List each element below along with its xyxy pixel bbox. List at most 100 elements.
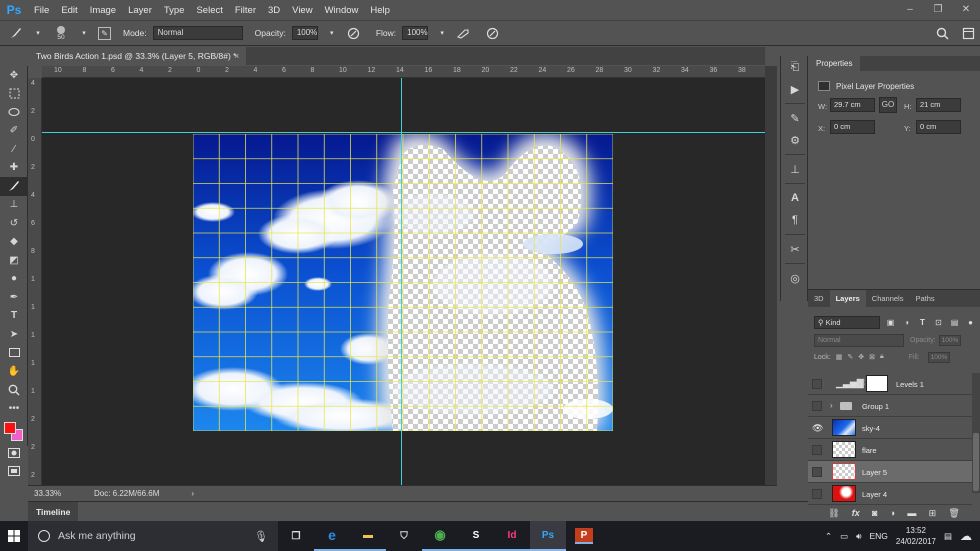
canvas-vertical-scrollbar[interactable] <box>765 66 777 485</box>
history-panel-icon[interactable]: ⎗ <box>781 56 809 78</box>
tool-presets-icon[interactable]: ✂ <box>781 238 809 260</box>
brush-tool-icon[interactable] <box>0 177 28 196</box>
smart-object-filter-icon[interactable]: ▤ <box>949 317 960 328</box>
more-tools-icon[interactable]: ••• <box>0 399 28 418</box>
task-view-icon[interactable]: ❐ <box>278 521 314 551</box>
start-button[interactable] <box>0 521 28 551</box>
menu-type[interactable]: Type <box>158 5 191 16</box>
lock-pixels-icon[interactable]: ✎ <box>847 353 853 361</box>
visibility-toggle[interactable] <box>812 379 822 389</box>
paragraph-panel-icon[interactable]: ¶ <box>781 209 809 231</box>
tray-expand-icon[interactable]: ⌃ <box>825 531 832 542</box>
filter-kind-select[interactable]: ⚲ Kind <box>814 315 880 329</box>
eye-icon[interactable]: 👁︎ <box>812 423 823 433</box>
move-tool-icon[interactable]: ✥ <box>0 66 28 85</box>
volume-icon[interactable]: 🔊︎ <box>856 531 861 542</box>
status-menu-arrow-icon[interactable]: › <box>191 489 194 498</box>
marquee-tool-icon[interactable] <box>0 85 28 104</box>
layer-row-layer-5[interactable]: Layer 5 <box>808 461 972 483</box>
hand-tool-icon[interactable]: ✋ <box>0 362 28 381</box>
y-field[interactable]: 0 cm <box>916 120 961 134</box>
actions-play-icon[interactable]: ▶ <box>781 78 809 100</box>
zoom-tool-icon[interactable] <box>0 381 28 400</box>
brush-tool-icon[interactable] <box>8 25 24 41</box>
edge-icon[interactable]: e <box>314 521 350 551</box>
visibility-toggle[interactable] <box>812 401 822 411</box>
history-brush-tool-icon[interactable]: ↺ <box>0 214 28 233</box>
layer-row-group-1[interactable]: › Group 1 <box>808 395 972 417</box>
brush-settings-icon[interactable]: ⚙ <box>781 129 809 151</box>
rectangle-tool-icon[interactable] <box>0 344 28 363</box>
pen-tool-icon[interactable]: ✒ <box>0 288 28 307</box>
menu-view[interactable]: View <box>286 5 318 16</box>
mode-select[interactable]: Normal <box>152 26 243 40</box>
screen-mode-icon[interactable] <box>0 462 28 481</box>
brush-presets-icon[interactable]: ✎ <box>781 107 809 129</box>
guide-horizontal[interactable] <box>42 132 765 133</box>
gradient-tool-icon[interactable]: ◩ <box>0 251 28 270</box>
skype-icon[interactable]: S <box>458 521 494 551</box>
maximize-button[interactable]: ❐ <box>924 0 952 20</box>
clone-stamp-tool-icon[interactable]: ⊥ <box>0 196 28 215</box>
menu-edit[interactable]: Edit <box>55 5 83 16</box>
horizontal-ruler[interactable]: 10 8 6 4 2 0 2 4 6 8 10 12 14 16 18 20 22 24 26 28 30 32 34 36 3… <box>42 66 765 78</box>
blend-mode-select[interactable]: Normal <box>814 333 904 347</box>
menu-filter[interactable]: Filter <box>229 5 262 16</box>
dodge-tool-icon[interactable]: ● <box>0 270 28 289</box>
spot-healing-tool-icon[interactable]: ✚ <box>0 159 28 178</box>
visibility-toggle[interactable] <box>812 467 822 477</box>
fx-icon[interactable]: fx <box>852 508 860 518</box>
libraries-icon[interactable]: ◎ <box>781 267 809 289</box>
trash-icon[interactable]: 🗑︎ <box>948 508 959 519</box>
menu-image[interactable]: Image <box>84 5 122 16</box>
eraser-tool-icon[interactable]: ◆ <box>0 233 28 252</box>
new-group-icon[interactable]: ▬ <box>907 508 916 518</box>
menu-3d[interactable]: 3D <box>262 5 286 16</box>
file-explorer-icon[interactable]: ▬ <box>350 521 386 551</box>
search-icon[interactable] <box>934 25 950 41</box>
photoshop-taskbar-icon[interactable]: Ps <box>530 521 566 551</box>
pressure-opacity-icon[interactable] <box>346 25 362 41</box>
menu-layer[interactable]: Layer <box>122 5 158 16</box>
link-icon[interactable]: GO <box>879 97 897 113</box>
zoom-level[interactable]: 33.33% <box>28 489 64 498</box>
filter-toggle-icon[interactable]: ● <box>965 317 976 328</box>
guide-vertical[interactable] <box>401 78 402 485</box>
expand-arrow-icon[interactable]: › <box>830 401 833 410</box>
lock-all-icon[interactable]: 🔒︎ <box>880 353 884 361</box>
store-icon[interactable]: ⛉ <box>386 521 422 551</box>
menu-file[interactable]: File <box>28 5 55 16</box>
microphone-icon[interactable]: 🎙︎ <box>254 530 268 543</box>
new-layer-icon[interactable]: ⊞ <box>929 508 937 519</box>
menu-help[interactable]: Help <box>364 5 396 16</box>
width-field[interactable]: 29.7 cm <box>830 98 875 112</box>
tab-timeline[interactable]: Timeline <box>28 502 79 522</box>
foreground-color-swatch[interactable] <box>4 421 16 434</box>
adjustment-layer-icon[interactable]: ◑ <box>890 508 895 518</box>
x-field[interactable]: 0 cm <box>830 120 875 134</box>
add-mask-icon[interactable]: ◙ <box>872 508 877 518</box>
character-panel-icon[interactable]: A <box>781 187 809 209</box>
document-canvas[interactable] <box>193 134 613 431</box>
canvas-workspace[interactable] <box>42 78 765 485</box>
visibility-toggle[interactable] <box>812 445 822 455</box>
lock-transparent-icon[interactable]: ▦ <box>836 353 843 361</box>
layer-row-levels-1[interactable]: ▁▃▅▇ ⛓ Levels 1 <box>808 373 972 395</box>
chevron-down-icon[interactable]: ▾ <box>434 25 450 41</box>
menu-window[interactable]: Window <box>319 5 365 16</box>
tab-3d[interactable]: 3D <box>808 290 830 307</box>
chevron-down-icon[interactable]: ▾ <box>30 25 46 41</box>
close-tab-icon[interactable]: × <box>234 47 239 65</box>
layer-row-layer-4[interactable]: Layer 4 <box>808 483 972 505</box>
document-tab[interactable]: Two Birds Action 1.psd @ 33.3% (Layer 5,… <box>28 47 246 65</box>
notifications-icon[interactable]: ▤ <box>944 531 952 542</box>
flow-field[interactable]: 100% <box>402 26 429 40</box>
cortana-search[interactable]: Ask me anything 🎙︎ <box>28 521 278 551</box>
layer-row-flare[interactable]: flare <box>808 439 972 461</box>
pixel-filter-icon[interactable]: ▣ <box>885 317 896 328</box>
tab-layers[interactable]: Layers <box>829 290 866 307</box>
visibility-toggle[interactable] <box>812 489 822 499</box>
lasso-tool-icon[interactable] <box>0 103 28 122</box>
minimize-button[interactable]: – <box>896 0 924 20</box>
network-icon[interactable]: ▭ <box>840 531 848 542</box>
